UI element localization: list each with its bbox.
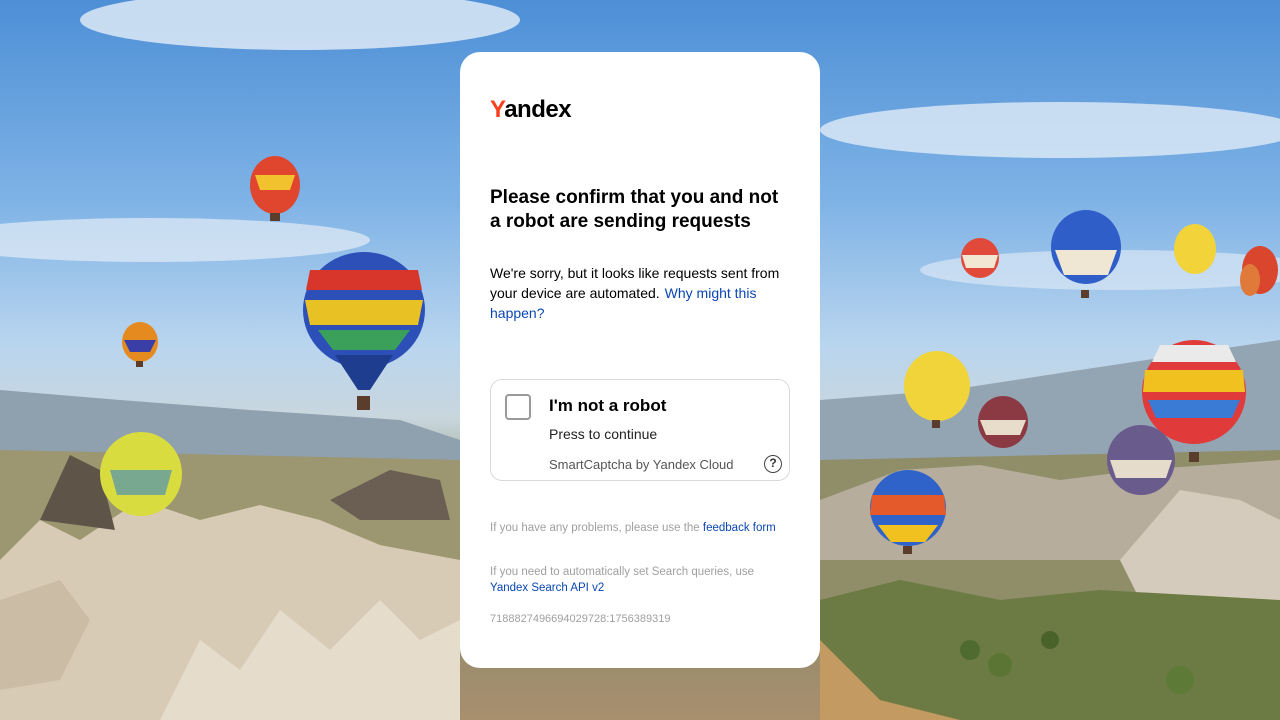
request-id: 7188827496694029728:1756389319 <box>490 613 671 625</box>
not-robot-checkbox[interactable] <box>505 394 531 420</box>
api-text: If you need to automatically set Search … <box>490 566 755 578</box>
yandex-logo: Yandex <box>490 96 572 124</box>
search-api-link[interactable]: Yandex Search API v2 <box>490 582 604 594</box>
page-title: Please confirm that you and not a robot … <box>490 187 779 232</box>
feedback-link[interactable]: feedback form <box>703 522 776 534</box>
logo-letter-y: Y <box>490 96 505 123</box>
feedback-note: If you have any problems, please use the… <box>490 520 790 536</box>
smartcaptcha-widget[interactable]: I'm not a robot Press to continue SmartC… <box>490 379 790 481</box>
captcha-label: I'm not a robot <box>549 396 667 415</box>
api-note: If you need to automatically set Search … <box>490 564 790 596</box>
captcha-subtext: Press to continue <box>549 426 658 442</box>
feedback-text: If you have any problems, please use the <box>490 522 700 534</box>
question-circle-icon[interactable]: ? <box>764 455 782 473</box>
logo-text: andex <box>504 96 572 123</box>
captcha-card: Yandex Please confirm that you and not a… <box>460 52 820 668</box>
captcha-brand: SmartCaptcha by Yandex Cloud <box>549 457 734 472</box>
page: Yandex Please confirm that you and not a… <box>0 0 1280 720</box>
description: We're sorry, but it looks like requests … <box>490 263 792 323</box>
